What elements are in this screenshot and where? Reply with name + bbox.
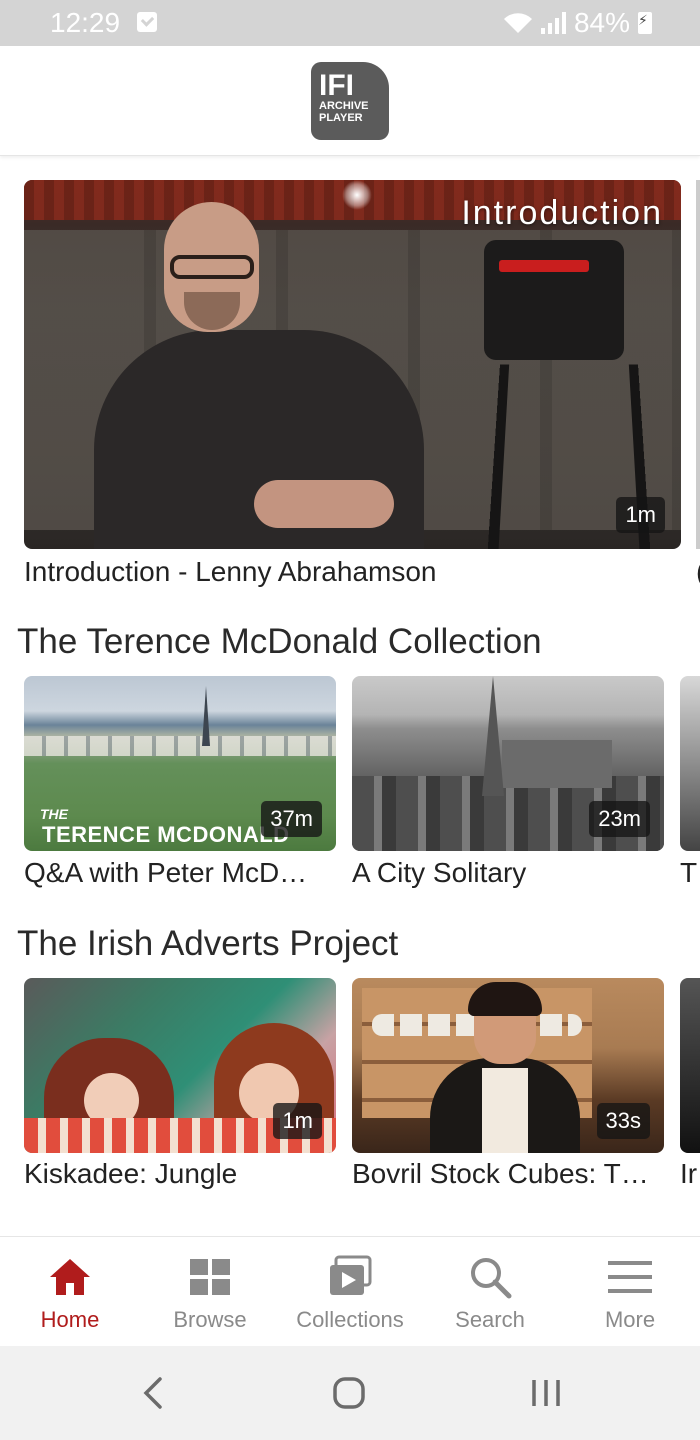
notification-check-icon bbox=[137, 12, 157, 32]
nav-home[interactable]: Home bbox=[0, 1237, 140, 1347]
next-hero-peek[interactable] bbox=[696, 180, 700, 549]
signal-icon bbox=[540, 12, 566, 34]
duration-badge: 33s bbox=[596, 1103, 650, 1139]
collections-icon bbox=[330, 1255, 372, 1295]
section-title-irish-adverts[interactable]: The Irish Adverts Project bbox=[17, 924, 398, 964]
status-bar: 12:29 84% bbox=[0, 0, 700, 46]
grid-icon bbox=[190, 1259, 230, 1295]
battery-percent: 84% bbox=[573, 7, 630, 38]
next-card-peek[interactable] bbox=[680, 978, 700, 1153]
thumb-text-the: THE bbox=[40, 806, 68, 822]
next-hero-title-peek: ( bbox=[696, 556, 700, 588]
section-title-terence-mcdonald[interactable]: The Terence McDonald Collection bbox=[17, 622, 542, 662]
nav-search-label: Search bbox=[455, 1307, 525, 1332]
video-title[interactable]: Q&A with Peter McD… bbox=[24, 857, 336, 889]
next-card-peek[interactable] bbox=[680, 676, 700, 851]
nav-home-label: Home bbox=[40, 1307, 100, 1332]
nav-search[interactable]: Search bbox=[420, 1237, 560, 1347]
home-icon bbox=[50, 1259, 90, 1295]
nav-browse-label: Browse bbox=[173, 1307, 247, 1332]
hero-overlay-label: Introduction bbox=[461, 194, 663, 232]
nav-more-label: More bbox=[604, 1307, 656, 1332]
nav-more[interactable]: More bbox=[560, 1237, 700, 1347]
menu-icon bbox=[608, 1261, 652, 1293]
next-video-title-peek: T bbox=[680, 857, 698, 888]
video-card-a-city-solitary[interactable]: 23m bbox=[352, 676, 664, 851]
video-card-qa-peter[interactable]: THE TERENCE MCDONALD 37m bbox=[24, 676, 336, 851]
video-title[interactable]: A City Solitary bbox=[352, 857, 664, 889]
logo-text-player: PLAYER bbox=[319, 112, 363, 124]
duration-badge: 1m bbox=[273, 1103, 322, 1139]
nav-browse[interactable]: Browse bbox=[140, 1237, 280, 1347]
thumb-text-terence-mcdonald: TERENCE MCDONALD bbox=[42, 822, 290, 847]
logo-text-archive: ARCHIVE bbox=[319, 100, 369, 112]
duration-badge: 1m bbox=[616, 497, 665, 533]
ifi-archive-player-logo[interactable]: IFI ARCHIVE PLAYER bbox=[311, 62, 389, 140]
status-right: 84% bbox=[503, 7, 652, 39]
next-video-title-peek: Ir bbox=[680, 1158, 698, 1189]
bottom-navigation: Home Browse Collections Search More bbox=[0, 1236, 700, 1346]
hero-title[interactable]: Introduction - Lenny Abrahamson bbox=[24, 556, 684, 588]
video-title[interactable]: Kiskadee: Jungle bbox=[24, 1158, 336, 1190]
search-icon bbox=[471, 1258, 512, 1299]
status-time: 12:29 bbox=[50, 7, 121, 38]
home-circle-icon[interactable] bbox=[332, 1376, 366, 1410]
video-title[interactable]: Bovril Stock Cubes: T… bbox=[352, 1158, 664, 1190]
system-navigation-bar bbox=[0, 1346, 700, 1440]
video-card-kiskadee-jungle[interactable]: 1m bbox=[24, 978, 336, 1153]
video-card-bovril[interactable]: 33s bbox=[352, 978, 664, 1153]
wifi-icon bbox=[503, 13, 532, 34]
hero-video-card[interactable]: Introduction 1m bbox=[24, 180, 681, 549]
nav-collections-label: Collections bbox=[296, 1307, 404, 1332]
battery-charging-icon bbox=[638, 12, 652, 34]
nav-collections[interactable]: Collections bbox=[280, 1237, 420, 1347]
duration-badge: 23m bbox=[589, 801, 650, 837]
logo-text-ifi: IFI bbox=[319, 69, 354, 102]
back-icon[interactable] bbox=[140, 1376, 168, 1410]
duration-badge: 37m bbox=[261, 801, 322, 837]
recent-apps-icon[interactable] bbox=[530, 1376, 562, 1410]
